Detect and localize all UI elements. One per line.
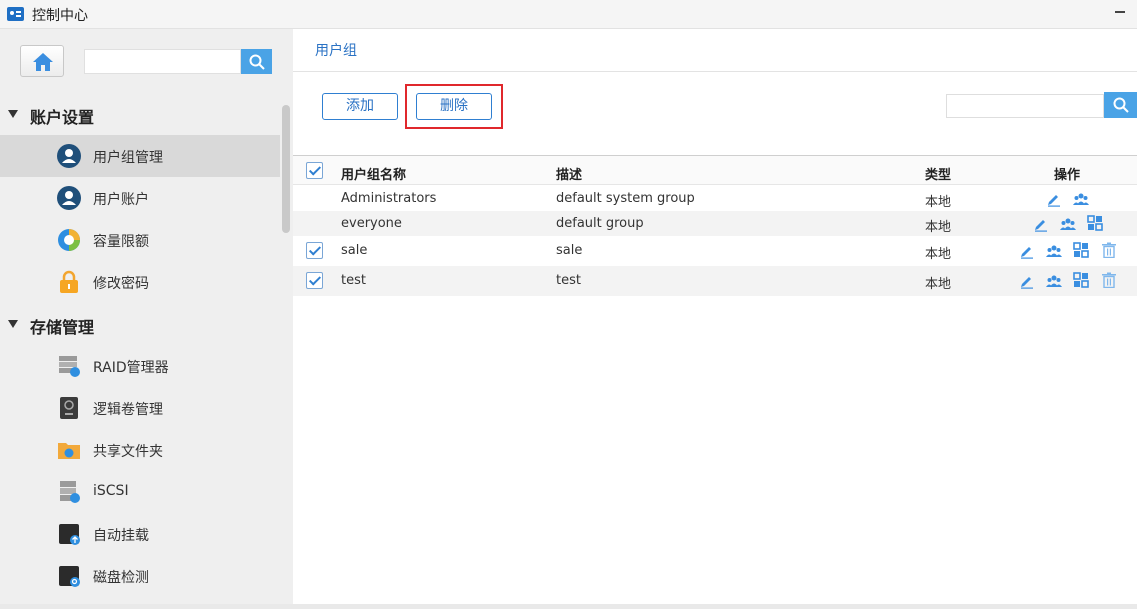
group-type: 本地 bbox=[925, 277, 952, 292]
table-header: 用户组名称 描述 类型 操作 bbox=[293, 155, 1137, 185]
group-description: default system group bbox=[556, 191, 695, 206]
edit-icon[interactable] bbox=[1033, 216, 1049, 232]
group-description: default group bbox=[556, 216, 644, 231]
members-icon[interactable] bbox=[1060, 216, 1076, 232]
group-name: Administrators bbox=[341, 191, 437, 206]
auto-mount-icon bbox=[59, 524, 80, 545]
group-type: 本地 bbox=[925, 195, 952, 210]
sidebar-item-raid-manager[interactable]: RAID管理器 bbox=[0, 345, 280, 387]
permissions-icon[interactable] bbox=[1073, 272, 1089, 288]
section-label: 账户设置 bbox=[30, 108, 95, 127]
edit-icon[interactable] bbox=[1046, 191, 1062, 207]
sidebar-item-iscsi[interactable]: iSCSI bbox=[0, 471, 280, 513]
sidebar-search-button[interactable] bbox=[241, 49, 272, 74]
sidebar-item-label: 修改密码 bbox=[93, 276, 149, 292]
search-icon bbox=[1113, 97, 1129, 113]
status-strip bbox=[0, 604, 1137, 609]
row-checkbox[interactable] bbox=[306, 242, 323, 259]
user-account-icon bbox=[57, 186, 81, 210]
add-button[interactable]: 添加 bbox=[322, 93, 398, 120]
search-icon bbox=[249, 54, 265, 70]
column-header-actions: 操作 bbox=[1054, 168, 1081, 183]
select-all-checkbox[interactable] bbox=[306, 162, 323, 179]
trash-icon[interactable] bbox=[1101, 272, 1117, 288]
divider bbox=[293, 71, 1137, 72]
sidebar-search-input[interactable] bbox=[84, 49, 241, 74]
home-button[interactable] bbox=[20, 45, 64, 77]
collapse-triangle-icon bbox=[8, 320, 18, 328]
group-search-input[interactable] bbox=[946, 94, 1104, 118]
column-header-description[interactable]: 描述 bbox=[556, 164, 582, 183]
sidebar: 账户设置 用户组管理 用户账户 容量限额 修改密码 存储管理 RAID管理器 逻… bbox=[0, 29, 293, 609]
main-panel: 用户组 添加 删除 用户组名称 描述 类型 操作 Administrators … bbox=[293, 29, 1137, 609]
iscsi-icon bbox=[60, 481, 80, 503]
delete-button[interactable]: 删除 bbox=[416, 93, 492, 120]
sidebar-item-label: 磁盘检测 bbox=[93, 570, 149, 586]
sidebar-item-disk-check[interactable]: 磁盘检测 bbox=[0, 555, 280, 597]
group-search-button[interactable] bbox=[1104, 92, 1137, 118]
table-row[interactable]: everyone default group 本地 bbox=[293, 211, 1137, 236]
group-type: 本地 bbox=[925, 220, 952, 235]
sidebar-item-user-group-management[interactable]: 用户组管理 bbox=[0, 135, 280, 177]
sidebar-item-change-password[interactable]: 修改密码 bbox=[0, 261, 280, 303]
lock-icon bbox=[60, 270, 78, 293]
members-icon[interactable] bbox=[1046, 273, 1062, 289]
sidebar-item-auto-mount[interactable]: 自动挂载 bbox=[0, 513, 280, 555]
sidebar-item-quota[interactable]: 容量限额 bbox=[0, 219, 280, 261]
section-label: 存储管理 bbox=[30, 318, 95, 337]
table-row[interactable]: test test 本地 bbox=[293, 266, 1137, 296]
home-icon bbox=[33, 53, 53, 71]
window-title: 控制中心 bbox=[32, 8, 88, 24]
section-storage-management[interactable]: 存储管理 bbox=[0, 306, 280, 342]
control-center-icon bbox=[7, 7, 24, 21]
members-icon[interactable] bbox=[1073, 191, 1089, 207]
members-icon[interactable] bbox=[1046, 243, 1062, 259]
sidebar-item-label: 逻辑卷管理 bbox=[93, 402, 163, 418]
section-account-settings[interactable]: 账户设置 bbox=[0, 96, 280, 132]
permissions-icon[interactable] bbox=[1073, 242, 1089, 258]
sidebar-scrollbar[interactable] bbox=[282, 105, 290, 233]
table-row[interactable]: Administrators default system group 本地 bbox=[293, 186, 1137, 211]
group-type: 本地 bbox=[925, 247, 952, 262]
breadcrumb[interactable]: 用户组 bbox=[315, 40, 357, 60]
row-checkbox[interactable] bbox=[306, 272, 323, 289]
sidebar-item-label: RAID管理器 bbox=[93, 360, 169, 376]
logical-volume-icon bbox=[60, 397, 78, 419]
group-name: sale bbox=[341, 243, 368, 258]
sidebar-item-shared-folder[interactable]: 共享文件夹 bbox=[0, 429, 280, 471]
column-header-type[interactable]: 类型 bbox=[925, 164, 951, 183]
edit-icon[interactable] bbox=[1019, 273, 1035, 289]
trash-icon[interactable] bbox=[1101, 242, 1117, 258]
sidebar-item-label: 用户账户 bbox=[93, 192, 149, 208]
group-name: test bbox=[341, 273, 366, 288]
disk-check-icon bbox=[59, 566, 80, 587]
group-description: test bbox=[556, 273, 581, 288]
raid-icon bbox=[59, 356, 80, 377]
title-bar: 控制中心 bbox=[0, 0, 1137, 29]
column-header-name[interactable]: 用户组名称 bbox=[341, 164, 406, 183]
sidebar-item-label: 用户组管理 bbox=[93, 150, 163, 166]
edit-icon[interactable] bbox=[1019, 243, 1035, 259]
quota-pie-icon bbox=[58, 229, 80, 251]
sidebar-item-label: 自动挂载 bbox=[93, 528, 149, 544]
table-row[interactable]: sale sale 本地 bbox=[293, 236, 1137, 266]
user-group-icon bbox=[57, 144, 81, 168]
group-name: everyone bbox=[341, 216, 402, 231]
sidebar-item-label: 容量限额 bbox=[93, 234, 149, 250]
shared-folder-icon bbox=[58, 443, 80, 459]
sidebar-item-label: iSCSI bbox=[93, 483, 129, 499]
minimize-button[interactable] bbox=[1113, 3, 1127, 17]
permissions-icon[interactable] bbox=[1087, 215, 1103, 231]
sidebar-item-logical-volume[interactable]: 逻辑卷管理 bbox=[0, 387, 280, 429]
sidebar-item-user-accounts[interactable]: 用户账户 bbox=[0, 177, 280, 219]
group-description: sale bbox=[556, 243, 583, 258]
sidebar-item-label: 共享文件夹 bbox=[93, 444, 163, 460]
collapse-triangle-icon bbox=[8, 110, 18, 118]
